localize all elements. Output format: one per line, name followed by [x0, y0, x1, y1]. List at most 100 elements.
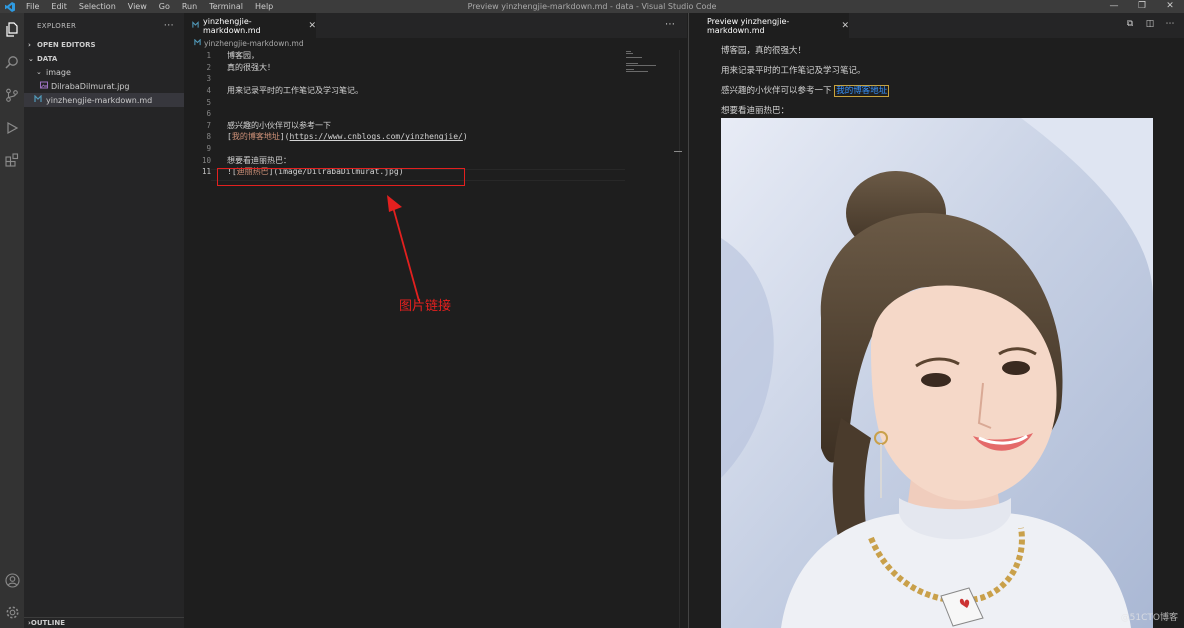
markdown-file-icon: [194, 38, 201, 48]
link-text: 我的博客地址: [231, 132, 280, 142]
line-text: [我的博客地址](https://www.cnblogs.com/yinzhen…: [227, 131, 468, 142]
menu-run[interactable]: Run: [176, 0, 203, 13]
line-number: 6: [206, 109, 211, 119]
more-actions-icon[interactable]: ⋯: [164, 20, 174, 31]
preview-tabs: Preview yinzhengjie-markdown.md ✕ ⧉ ◫ ⋯: [689, 13, 1184, 38]
source-control-icon[interactable]: [0, 83, 24, 107]
line-number: 9: [206, 144, 211, 154]
preview-paragraph: 用来记录平时的工作笔记及学习笔记。: [721, 66, 866, 76]
chevron-down-icon: ⌄: [36, 68, 42, 76]
search-icon[interactable]: [0, 50, 24, 74]
code-line: 6: [184, 108, 624, 120]
open-editors-section[interactable]: › OPEN EDITORS: [24, 38, 184, 51]
menu-selection[interactable]: Selection: [73, 0, 122, 13]
editor-tabs: yinzhengjie-markdown.md ✕ ⋯: [184, 13, 687, 38]
tab-markdown-file[interactable]: yinzhengjie-markdown.md ✕: [184, 13, 316, 38]
data-folder-label: DATA: [37, 54, 58, 63]
menu-file[interactable]: File: [20, 0, 45, 13]
explorer-sidebar: EXPLORER ⋯ › OPEN EDITORS ⌄ DATA ⌄ image…: [24, 13, 184, 628]
line-number: 1: [206, 51, 211, 61]
editor-scrollbar[interactable]: [674, 50, 687, 628]
settings-gear-icon[interactable]: [0, 600, 24, 624]
annotation-arrow-icon: [387, 195, 420, 302]
breadcrumb-file[interactable]: yinzhengjie-markdown.md: [204, 39, 304, 48]
minimize-button[interactable]: —: [1100, 0, 1128, 13]
chevron-down-icon: ⌄: [28, 54, 34, 63]
vscode-logo-icon: [0, 0, 20, 13]
line-text: 真的很强大！: [227, 62, 275, 72]
editor-group: yinzhengjie-markdown.md ✕ ⋯ yinzhengjie-…: [184, 13, 687, 628]
preview-blog-link[interactable]: 我的博客地址: [834, 85, 890, 97]
watermark: @51CTO博客: [1120, 613, 1178, 623]
code-line: 2 真的很强大！: [184, 62, 624, 74]
open-source-icon[interactable]: ⧉: [1120, 19, 1140, 29]
tab-preview[interactable]: Preview yinzhengjie-markdown.md ✕: [689, 13, 849, 38]
line-number: 10: [201, 155, 211, 165]
preview-text: 感兴趣的小伙伴可以参考一下: [721, 86, 832, 96]
explorer-title: EXPLORER: [37, 21, 77, 30]
code-line: 4 用来记录平时的工作笔记及学习笔记。: [184, 85, 624, 97]
tab-label: Preview yinzhengjie-markdown.md: [707, 16, 790, 35]
line-number: 11: [201, 167, 211, 177]
menu-help[interactable]: Help: [249, 0, 279, 13]
preview-paragraph: 感兴趣的小伙伴可以参考一下 我的博客地址: [721, 83, 1161, 103]
tree-item-label: image: [46, 67, 71, 77]
line-number: 4: [206, 86, 211, 96]
account-icon[interactable]: [0, 568, 24, 592]
explorer-header: EXPLORER ⋯: [24, 13, 184, 38]
code-line: 9: [184, 143, 624, 155]
close-icon[interactable]: ✕: [308, 21, 316, 31]
code-line: 5: [184, 96, 624, 108]
line-text: 用来记录平时的工作笔记及学习笔记。: [227, 86, 363, 96]
tab-label: yinzhengjie-markdown.md: [203, 16, 261, 35]
activity-bar: [0, 13, 24, 628]
image-file-icon: [40, 81, 51, 91]
preview-content: 博客园，真的很强大！ 用来记录平时的工作笔记及学习笔记。 感兴趣的小伙伴可以参考…: [721, 43, 1161, 123]
code-area[interactable]: 1 博客园， 2 真的很强大！ 3 4 用来记录平时的工作笔记及学习笔记。 5 6 7…: [184, 50, 624, 178]
code-line: 7 感兴趣的小伙伴可以参考一下: [184, 120, 624, 132]
more-actions-icon[interactable]: ⋯: [665, 19, 675, 30]
minimap[interactable]: [624, 50, 679, 80]
data-folder-section[interactable]: ⌄ DATA: [24, 52, 184, 65]
close-icon[interactable]: ✕: [841, 21, 849, 31]
close-window-button[interactable]: ✕: [1156, 0, 1184, 13]
maximize-button[interactable]: ❐: [1128, 0, 1156, 13]
menu-edit[interactable]: Edit: [45, 0, 73, 13]
tree-item-dilraba-jpg[interactable]: DilrabaDilmurat.jpg: [24, 79, 184, 93]
line-number: 2: [206, 62, 211, 72]
code-line: 1 博客园，: [184, 50, 624, 62]
tree-item-image-folder[interactable]: ⌄ image: [24, 65, 184, 79]
chevron-right-icon: ›: [28, 40, 31, 49]
code-line: 8 [我的博客地址](https://www.cnblogs.com/yinzhe…: [184, 131, 624, 143]
window-controls: — ❐ ✕: [1100, 0, 1184, 13]
tree-item-markdown-file[interactable]: yinzhengjie-markdown.md: [24, 93, 184, 107]
markdown-file-icon: [192, 20, 199, 31]
outline-section[interactable]: › OUTLINE: [24, 617, 184, 628]
preview-paragraph: 博客园，真的很强大！: [721, 46, 807, 56]
open-editors-label: OPEN EDITORS: [37, 40, 96, 49]
preview-actions: ⧉ ◫ ⋯: [1120, 19, 1180, 29]
code-line: 3: [184, 73, 624, 85]
markdown-file-icon: [34, 94, 46, 105]
menu-bar: File Edit Selection View Go Run Terminal…: [20, 0, 279, 13]
menu-go[interactable]: Go: [153, 0, 176, 13]
menu-view[interactable]: View: [122, 0, 153, 13]
line-text: 感兴趣的小伙伴可以参考一下: [227, 120, 331, 130]
breadcrumb[interactable]: yinzhengjie-markdown.md: [184, 38, 687, 49]
files-icon[interactable]: [0, 17, 24, 41]
menu-terminal[interactable]: Terminal: [203, 0, 249, 13]
split-editor-icon[interactable]: ◫: [1140, 19, 1160, 29]
run-debug-icon[interactable]: [0, 116, 24, 140]
line-text: 博客园，: [227, 51, 259, 61]
link-bracket: ): [462, 132, 468, 142]
extensions-icon[interactable]: [0, 148, 24, 172]
markdown-preview-group: Preview yinzhengjie-markdown.md ✕ ⧉ ◫ ⋯ …: [688, 13, 1184, 628]
annotation-highlight-box: [217, 168, 465, 186]
line-number: 8: [206, 132, 211, 142]
line-number: 7: [206, 120, 211, 130]
line-text: 想要看迪丽热巴：: [227, 155, 291, 165]
link-url[interactable]: https://www.cnblogs.com/yinzhengjie/: [289, 132, 462, 141]
more-actions-icon[interactable]: ⋯: [1160, 19, 1180, 29]
outline-label: OUTLINE: [30, 619, 66, 627]
annotation-label: 图片链接: [399, 299, 452, 314]
